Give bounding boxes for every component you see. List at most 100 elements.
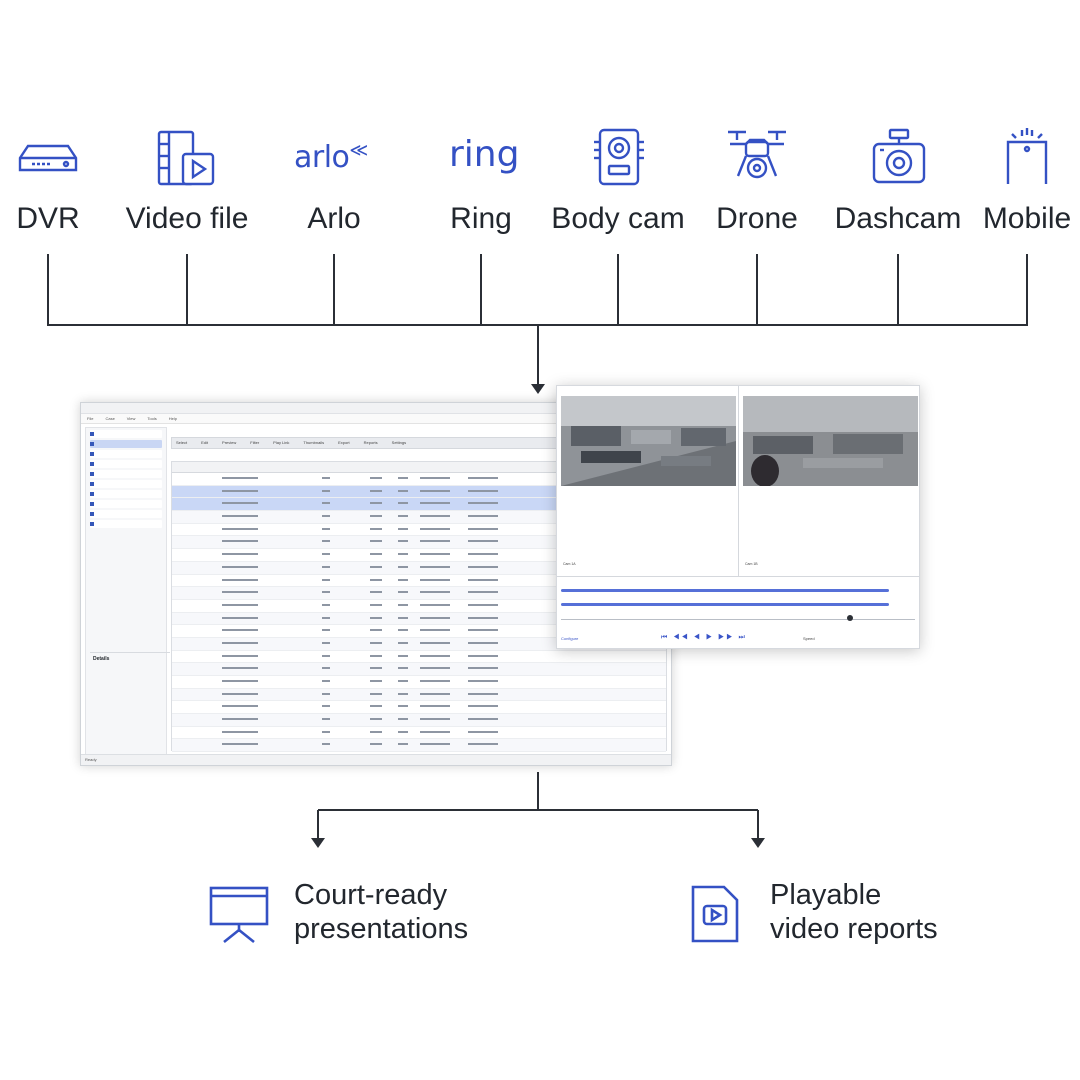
table-cell — [370, 641, 382, 644]
table-cell — [468, 705, 498, 708]
table-row[interactable] — [172, 739, 666, 753]
dashcam-icon — [872, 128, 926, 184]
camera-view-2 — [743, 396, 918, 486]
table-cell — [370, 692, 382, 695]
table-row[interactable] — [172, 688, 666, 702]
table-cell — [322, 616, 330, 619]
toolbar-button[interactable]: Select — [176, 438, 187, 448]
table-row[interactable] — [172, 714, 666, 727]
table-cell — [322, 477, 330, 479]
toolbar-button[interactable]: Filter — [250, 438, 259, 448]
table-cell — [322, 527, 330, 530]
table-cell — [420, 641, 450, 644]
table-cell — [322, 667, 330, 670]
table-cell — [230, 603, 258, 606]
table-cell — [398, 477, 408, 479]
table-cell — [468, 578, 498, 581]
table-cell — [230, 730, 258, 733]
table-cell — [420, 603, 450, 606]
table-row[interactable] — [172, 651, 666, 664]
table-cell — [230, 641, 258, 644]
tree-item[interactable] — [90, 480, 162, 488]
tree-item[interactable] — [90, 430, 162, 438]
table-cell — [420, 743, 450, 746]
table-cell — [370, 578, 382, 581]
table-cell — [420, 718, 450, 721]
table-cell — [420, 692, 450, 695]
table-cell — [420, 540, 450, 543]
table-cell — [322, 540, 330, 543]
table-cell — [230, 680, 258, 682]
table-cell — [322, 680, 330, 682]
table-cell — [370, 680, 382, 682]
output-presentations-label: Court-ready presentations — [294, 879, 469, 945]
time-ruler — [561, 619, 915, 620]
toolbar-button[interactable]: Export — [338, 438, 350, 448]
table-cell — [398, 578, 408, 581]
timeline-track[interactable] — [561, 589, 889, 592]
table-cell — [420, 591, 450, 594]
table-cell — [230, 667, 258, 670]
table-cell — [398, 629, 408, 632]
table-cell — [420, 680, 450, 682]
tree-item[interactable] — [90, 490, 162, 498]
table-cell — [322, 489, 330, 492]
toolbar-button[interactable]: Settings — [392, 438, 406, 448]
table-cell — [398, 553, 408, 556]
menu-item[interactable]: Tools — [147, 414, 156, 423]
table-cell — [230, 515, 258, 518]
table-cell — [398, 743, 408, 746]
table-row[interactable] — [172, 727, 666, 740]
table-cell — [398, 489, 408, 492]
menu-item[interactable]: Help — [169, 414, 177, 423]
table-cell — [370, 667, 382, 670]
table-cell — [468, 565, 498, 568]
table-cell — [468, 680, 498, 682]
menu-item[interactable]: File — [87, 414, 93, 423]
video-player-window: Cam 1A Cam 1B Configure ⏮ ◀◀ ◀ ▶ ▶▶ ⏭ Sp… — [556, 385, 920, 649]
toolbar-button[interactable]: Play Link — [273, 438, 289, 448]
transport-buttons[interactable]: ⏮ ◀◀ ◀ ▶ ▶▶ ⏭ — [661, 634, 747, 642]
table-row[interactable] — [172, 663, 666, 676]
status-bar: Ready — [81, 754, 671, 765]
playhead[interactable] — [847, 615, 853, 621]
table-cell — [468, 641, 498, 644]
tree-item[interactable] — [90, 450, 162, 458]
table-cell — [230, 578, 258, 581]
table-cell — [230, 565, 258, 568]
table-cell — [370, 730, 382, 733]
table-cell — [230, 591, 258, 594]
configure-link[interactable]: Configure — [561, 636, 578, 641]
tree-item[interactable] — [90, 470, 162, 478]
timeline-track[interactable] — [561, 603, 889, 606]
table-cell — [468, 718, 498, 721]
tree-item[interactable] — [90, 510, 162, 518]
mobile-icon — [1006, 128, 1048, 184]
table-cell — [468, 527, 498, 530]
table-cell — [398, 603, 408, 606]
toolbar-button[interactable]: Preview — [222, 438, 236, 448]
table-cell — [398, 515, 408, 518]
details-panel: Details — [90, 652, 170, 765]
tree-item[interactable] — [90, 460, 162, 468]
table-cell — [230, 654, 258, 657]
menu-item[interactable]: Case — [105, 414, 114, 423]
table-cell — [420, 730, 450, 733]
source-label: Body cam — [551, 202, 685, 235]
table-cell — [322, 591, 330, 594]
tree-item[interactable] — [90, 500, 162, 508]
table-row[interactable] — [172, 701, 666, 715]
table-cell — [420, 629, 450, 632]
table-cell — [370, 654, 382, 657]
toolbar-button[interactable]: Reports — [364, 438, 378, 448]
table-cell — [322, 718, 330, 721]
case-tree-panel: Details — [85, 427, 170, 759]
tree-item[interactable] — [90, 520, 162, 528]
table-row[interactable] — [172, 676, 666, 689]
source-label: Dashcam — [834, 202, 962, 235]
toolbar-button[interactable]: Thumbnails — [303, 438, 324, 448]
menu-item[interactable]: View — [127, 414, 136, 423]
table-cell — [468, 591, 498, 594]
tree-item[interactable] — [90, 440, 162, 448]
toolbar-button[interactable]: Edit — [201, 438, 208, 448]
